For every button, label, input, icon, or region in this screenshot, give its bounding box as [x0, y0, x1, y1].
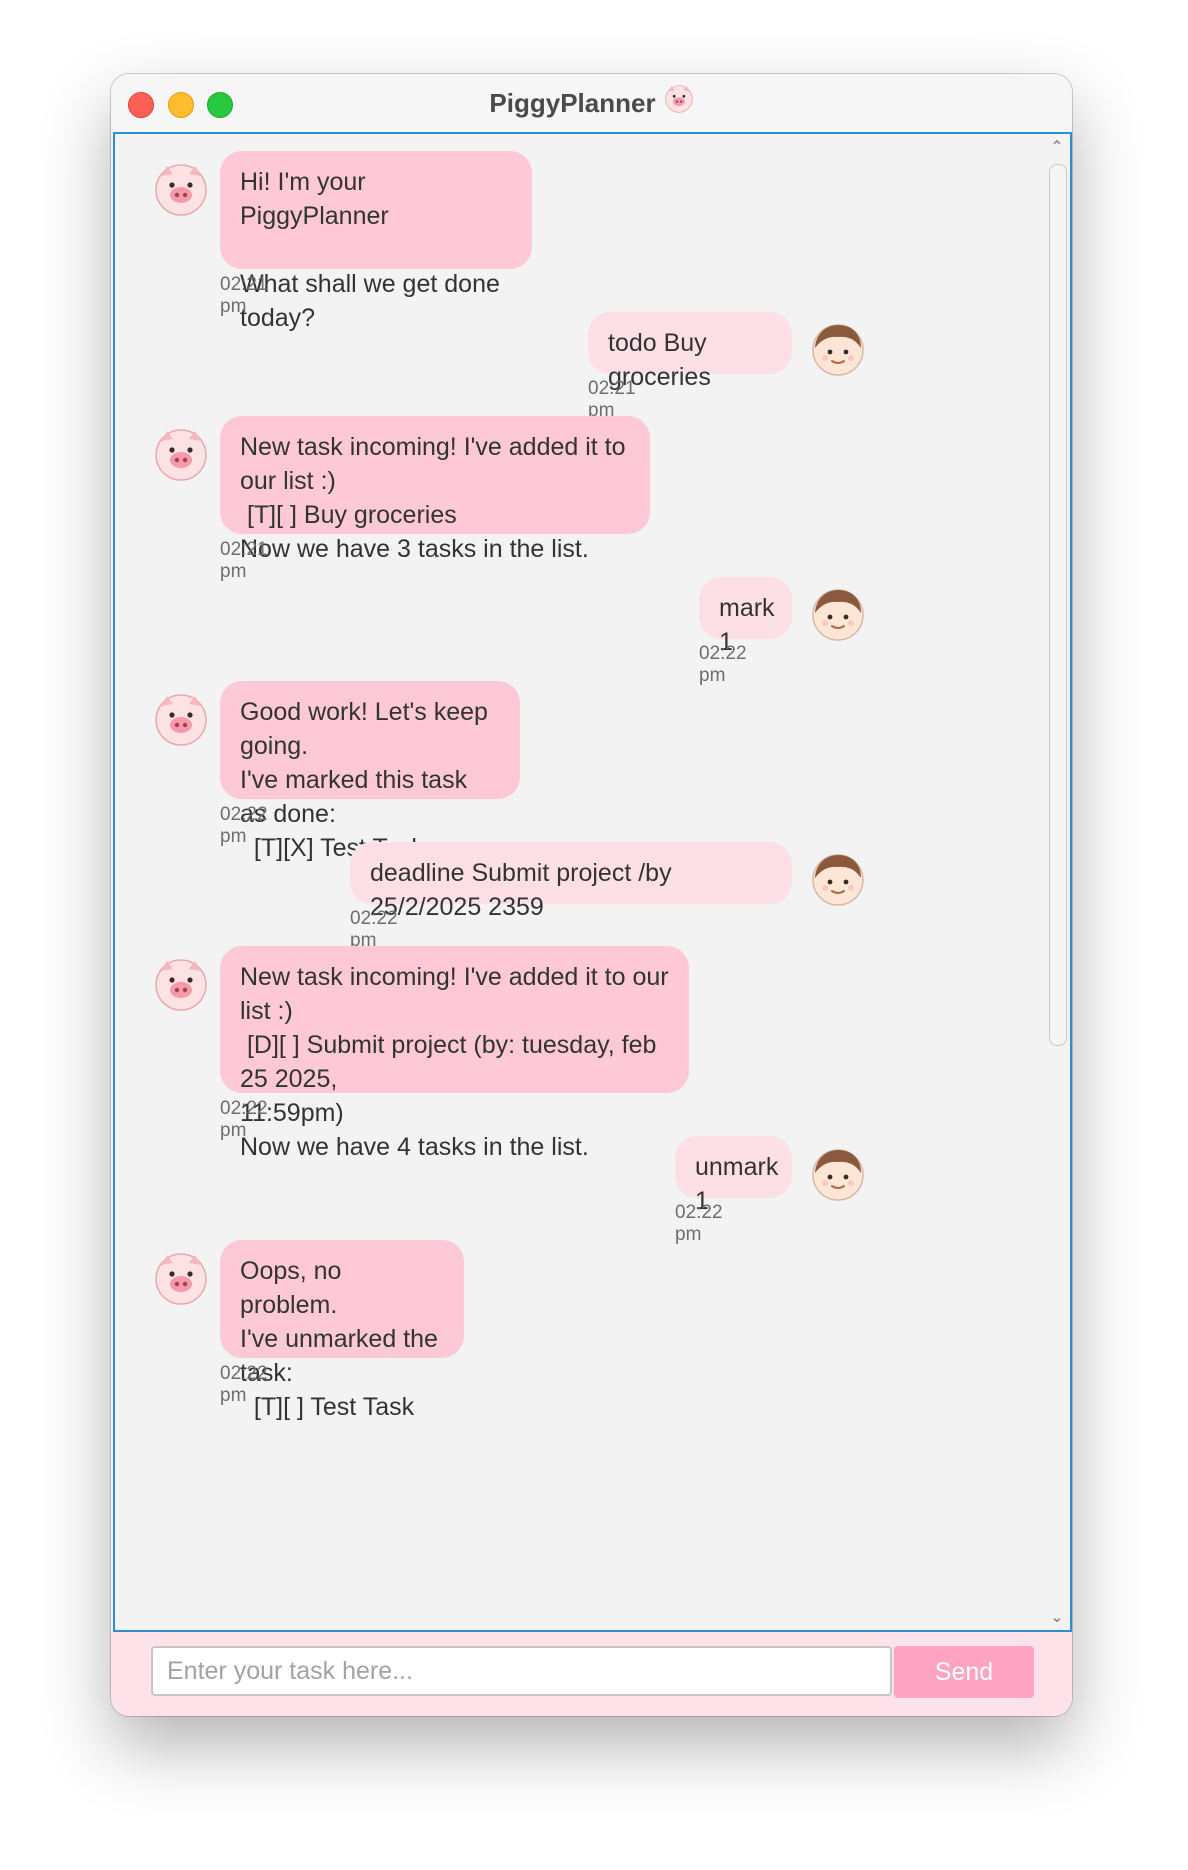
pig-face-icon [153, 957, 209, 1013]
app-window: PiggyPlanner Hi! I'm your PiggyPlanner W… [111, 74, 1072, 1716]
message-bubble: New task incoming! I've added it to our … [220, 946, 689, 1161]
message-timestamp: 02:22 pm [675, 1202, 723, 1245]
boy-face-icon [810, 852, 866, 908]
window-title-wrap: PiggyPlanner [111, 74, 1072, 132]
message-bubble: New task incoming! I've added it to our … [220, 416, 650, 563]
pig-face-icon [153, 1251, 209, 1307]
chevron-up-icon[interactable]: ⌃ [1044, 134, 1070, 160]
message-bubble: mark 1 [699, 577, 792, 656]
boy-face-icon [810, 587, 866, 643]
message-bubble: todo Buy groceries [588, 312, 792, 391]
message-bubble: deadline Submit project /by 25/2/2025 23… [350, 842, 792, 921]
message-bubble: unmark 1 [675, 1136, 792, 1215]
pig-face-icon [153, 427, 209, 483]
message-bubble: Oops, no problem. I've unmarked the task… [220, 1240, 464, 1421]
input-bar: Send [111, 1632, 1072, 1716]
message-timestamp: 02:21 pm [220, 539, 268, 582]
message-timestamp: 02:22 pm [220, 804, 268, 847]
pig-face-icon [664, 76, 694, 134]
task-input[interactable] [151, 1646, 892, 1696]
message-timestamp: 02:21 pm [220, 274, 268, 317]
boy-face-icon [810, 1147, 866, 1203]
pig-face-icon [153, 162, 209, 218]
pig-face-icon [153, 692, 209, 748]
boy-face-icon [810, 322, 866, 378]
window-title: PiggyPlanner [489, 88, 656, 118]
send-button[interactable]: Send [894, 1646, 1034, 1698]
message-bubble: Good work! Let's keep going. I've marked… [220, 681, 520, 862]
title-bar: PiggyPlanner [111, 74, 1072, 133]
message-bubble: Hi! I'm your PiggyPlanner What shall we … [220, 151, 532, 332]
chevron-down-icon[interactable]: ⌄ [1044, 1604, 1070, 1630]
message-timestamp: 02:22 pm [220, 1363, 268, 1406]
vertical-scrollbar[interactable]: ⌃ ⌄ [1044, 134, 1070, 1630]
scroll-thumb[interactable] [1049, 164, 1067, 1046]
message-timestamp: 02:22 pm [699, 643, 747, 686]
dialog-container[interactable]: Hi! I'm your PiggyPlanner What shall we … [113, 132, 1072, 1632]
message-timestamp: 02:22 pm [220, 1098, 268, 1141]
